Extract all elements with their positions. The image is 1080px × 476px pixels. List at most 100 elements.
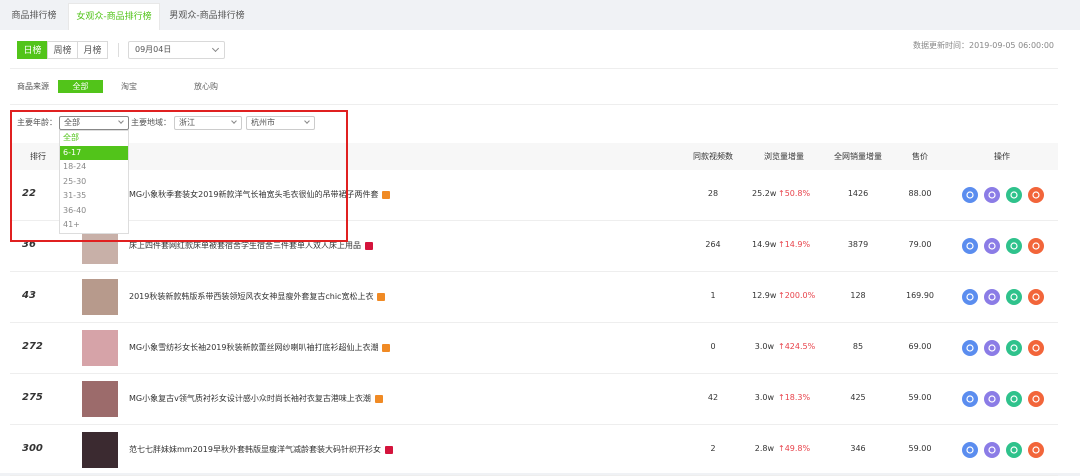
age-option[interactable]: 41+ — [60, 218, 128, 233]
product-name-text[interactable]: MG小象雪纺衫女长袖2019秋装新款蕾丝网纱喇叭袖打底衫超仙上衣潮 — [129, 343, 378, 352]
bag-icon[interactable] — [1028, 289, 1044, 305]
price: 59.00 — [908, 393, 932, 402]
table-row[interactable]: 275 MG小象复古v领气质衬衫女设计感小众时尚长袖衬衣复古港味上衣潮 42 3.0w… — [10, 374, 1058, 425]
city-select[interactable]: 杭州市 — [246, 116, 315, 130]
product-thumbnail[interactable] — [82, 279, 118, 315]
source-all-button[interactable]: 全部 — [58, 80, 103, 93]
sales-increment: 425 — [850, 393, 866, 402]
play-video-icon[interactable] — [1006, 442, 1022, 458]
tab-female-product-rank[interactable]: 女观众-商品排行榜 — [68, 3, 160, 30]
table-header: 排行 同款视频数 浏览量增量 全网销量增量 售价 操作 — [10, 143, 1058, 170]
trend-chart-icon[interactable] — [962, 391, 978, 407]
price: 69.00 — [908, 342, 932, 351]
play-video-icon[interactable] — [1006, 238, 1022, 254]
product-name[interactable]: 2019秋装新款韩版系带西装领短风衣女神显瘦外套复古chic宽松上衣 — [129, 291, 386, 302]
shop-tag-icon — [384, 445, 393, 454]
age-select[interactable]: 全部 — [59, 116, 129, 130]
view-growth-rate: ↑424.5% — [778, 342, 816, 351]
rank: 300 — [22, 443, 43, 454]
source-taobao-button[interactable]: 淘宝 — [112, 80, 146, 93]
column-header-actions: 操作 — [994, 152, 1010, 161]
trend-chart-icon[interactable] — [962, 340, 978, 356]
product-name[interactable]: MG小象雪纺衫女长袖2019秋装新款蕾丝网纱喇叭袖打底衫超仙上衣潮 — [129, 342, 391, 353]
tab-product-rank[interactable]: 商品排行榜 — [0, 3, 68, 30]
age-option[interactable]: 31-35 — [60, 189, 128, 204]
main-panel: 日榜 周榜 月榜 09月04日 数据更新时间：2019-09-05 06:00:… — [0, 30, 1080, 476]
source-fangxingou-button[interactable]: 放心购 — [186, 80, 226, 93]
product-name-text[interactable]: 床上四件套网红款床单被套宿舍学生宿舍三件套单人双人床上用品 — [129, 241, 361, 250]
column-header-sales: 全网销量增量 — [834, 152, 882, 161]
province-select[interactable]: 浙江 — [174, 116, 242, 130]
tab-male-product-rank[interactable]: 男观众-商品排行榜 — [160, 3, 254, 30]
table-row[interactable]: 272 MG小象雪纺衫女长袖2019秋装新款蕾丝网纱喇叭袖打底衫超仙上衣潮 0 3.0… — [10, 323, 1058, 374]
product-thumbnail[interactable] — [82, 381, 118, 417]
user-icon[interactable] — [984, 187, 1000, 203]
product-name-text[interactable]: MG小象复古v领气质衬衫女设计感小众时尚长袖衬衣复古港味上衣潮 — [129, 394, 371, 403]
bag-icon[interactable] — [1028, 340, 1044, 356]
trend-chart-icon[interactable] — [962, 187, 978, 203]
shop-tag-icon — [382, 343, 391, 352]
table-row[interactable]: 43 2019秋装新款韩版系带西装领短风衣女神显瘦外套复古chic宽松上衣 1 12.… — [10, 272, 1058, 323]
age-select-value: 全部 — [64, 118, 80, 127]
region-label: 主要地域： — [131, 118, 171, 127]
view-growth-rate: ↑14.9% — [778, 240, 811, 249]
age-option[interactable]: 36-40 — [60, 204, 128, 219]
column-header-views: 浏览量增量 — [764, 152, 804, 161]
video-count: 264 — [705, 240, 721, 249]
view-increment: 14.9w — [752, 240, 777, 249]
view-increment: 12.9w — [752, 291, 777, 300]
play-video-icon[interactable] — [1006, 289, 1022, 305]
date-select[interactable]: 09月04日 — [128, 41, 225, 59]
product-name-text[interactable]: 范七七胖妹妹mm2019早秋外套韩版显瘦洋气减龄套装大码针织开衫女 — [129, 445, 381, 454]
product-name-text[interactable]: 2019秋装新款韩版系带西装领短风衣女神显瘦外套复古chic宽松上衣 — [129, 292, 373, 301]
age-option[interactable]: 6-17 — [60, 145, 128, 160]
tab-bar: 商品排行榜 女观众-商品排行榜 男观众-商品排行榜 — [0, 0, 1080, 30]
price: 79.00 — [908, 240, 932, 249]
bag-icon[interactable] — [1028, 442, 1044, 458]
row-actions — [962, 289, 1044, 305]
product-thumbnail[interactable] — [82, 330, 118, 366]
trend-chart-icon[interactable] — [962, 238, 978, 254]
product-thumbnail[interactable] — [82, 432, 118, 468]
table-row[interactable]: 36 床上四件套网红款床单被套宿舍学生宿舍三件套单人双人床上用品 264 14.9w ↑… — [10, 221, 1058, 272]
monthly-rank-button[interactable]: 月榜 — [77, 41, 108, 59]
column-header-price: 售价 — [912, 152, 928, 161]
age-option[interactable]: 18-24 — [60, 160, 128, 175]
bag-icon[interactable] — [1028, 238, 1044, 254]
trend-chart-icon[interactable] — [962, 289, 978, 305]
user-icon[interactable] — [984, 289, 1000, 305]
sales-increment: 3879 — [847, 240, 869, 249]
video-count: 28 — [707, 189, 719, 198]
user-icon[interactable] — [984, 340, 1000, 356]
play-video-icon[interactable] — [1006, 391, 1022, 407]
bag-icon[interactable] — [1028, 391, 1044, 407]
play-video-icon[interactable] — [1006, 340, 1022, 356]
table-row[interactable]: 22 MG小象秋季套装女2019新款洋气长袖宽头毛衣很仙的吊带裙子两件套 28 25.… — [10, 170, 1058, 221]
play-video-icon[interactable] — [1006, 187, 1022, 203]
age-dropdown-list: 全部 6-17 18-24 25-30 31-35 36-40 41+ — [59, 130, 129, 234]
sales-increment: 346 — [850, 444, 866, 453]
province-value: 浙江 — [179, 118, 195, 127]
age-option[interactable]: 全部 — [60, 131, 128, 146]
daily-rank-button[interactable]: 日榜 — [17, 41, 48, 59]
age-option[interactable]: 25-30 — [60, 175, 128, 190]
video-count: 42 — [707, 393, 719, 402]
product-name[interactable]: 床上四件套网红款床单被套宿舍学生宿舍三件套单人双人床上用品 — [129, 240, 373, 251]
product-name[interactable]: 范七七胖妹妹mm2019早秋外套韩版显瘦洋气减龄套装大码针织开衫女 — [129, 444, 393, 455]
bag-icon[interactable] — [1028, 187, 1044, 203]
product-name-text[interactable]: MG小象秋季套装女2019新款洋气长袖宽头毛衣很仙的吊带裙子两件套 — [129, 190, 378, 199]
user-icon[interactable] — [984, 238, 1000, 254]
product-name[interactable]: MG小象秋季套装女2019新款洋气长袖宽头毛衣很仙的吊带裙子两件套 — [129, 189, 391, 200]
rank: 275 — [22, 392, 43, 403]
chevron-down-icon — [231, 118, 237, 124]
row-actions — [962, 340, 1044, 356]
table-row[interactable]: 300 范七七胖妹妹mm2019早秋外套韩版显瘦洋气减龄套装大码针织开衫女 2 2.8… — [10, 425, 1058, 476]
trend-chart-icon[interactable] — [962, 442, 978, 458]
price: 169.90 — [906, 291, 934, 300]
user-icon[interactable] — [984, 442, 1000, 458]
row-actions — [962, 238, 1044, 254]
user-icon[interactable] — [984, 391, 1000, 407]
product-name[interactable]: MG小象复古v领气质衬衫女设计感小众时尚长袖衬衣复古港味上衣潮 — [129, 393, 383, 404]
age-label: 主要年龄： — [17, 118, 57, 127]
weekly-rank-button[interactable]: 周榜 — [47, 41, 78, 59]
